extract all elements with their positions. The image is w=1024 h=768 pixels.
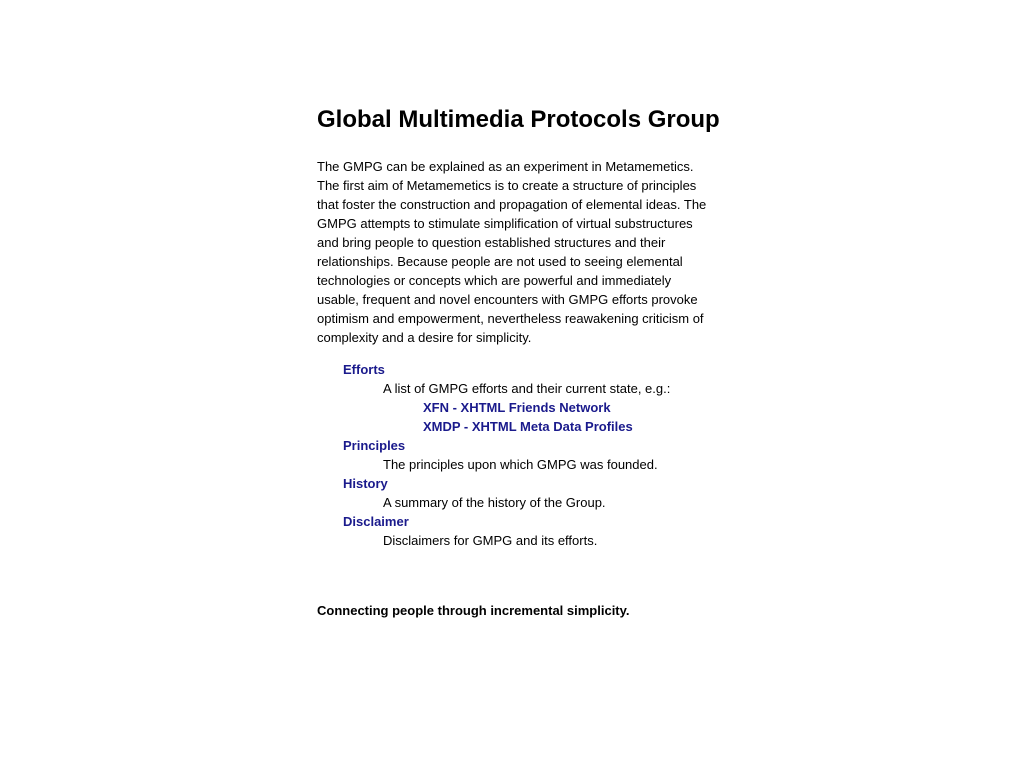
page-title: Global Multimedia Protocols Group <box>317 106 720 133</box>
principles-link[interactable]: Principles <box>343 438 405 453</box>
section-efforts-description: A list of GMPG efforts and their current… <box>383 379 737 436</box>
section-history-term: History <box>343 474 737 493</box>
list-item: XFN - XHTML Friends Network <box>423 398 737 417</box>
section-disclaimer-description: Disclaimers for GMPG and its efforts. <box>383 533 598 548</box>
disclaimer-link[interactable]: Disclaimer <box>343 514 409 529</box>
section-disclaimer-term: Disclaimer <box>343 512 737 531</box>
section-principles-term: Principles <box>343 436 737 455</box>
main-content: Global Multimedia Protocols Group The GM… <box>317 104 737 550</box>
efforts-link[interactable]: Efforts <box>343 362 385 377</box>
list-item: XMDP - XHTML Meta Data Profiles <box>423 417 737 436</box>
section-efforts-term: Efforts <box>343 360 737 379</box>
xfn-link[interactable]: XFN - XHTML Friends Network <box>423 400 611 415</box>
efforts-sub-list: XFN - XHTML Friends Network XMDP - XHTML… <box>383 398 737 436</box>
sections-list: Efforts A list of GMPG efforts and their… <box>343 360 737 550</box>
tagline: Connecting people through incremental si… <box>317 603 630 618</box>
section-history-description: A summary of the history of the Group. <box>383 495 606 510</box>
history-link[interactable]: History <box>343 476 388 491</box>
intro-paragraph: The GMPG can be explained as an experime… <box>317 159 707 345</box>
xmdp-link[interactable]: XMDP - XHTML Meta Data Profiles <box>423 419 633 434</box>
section-principles-description: The principles upon which GMPG was found… <box>383 457 658 472</box>
efforts-description-text: A list of GMPG efforts and their current… <box>383 381 671 396</box>
